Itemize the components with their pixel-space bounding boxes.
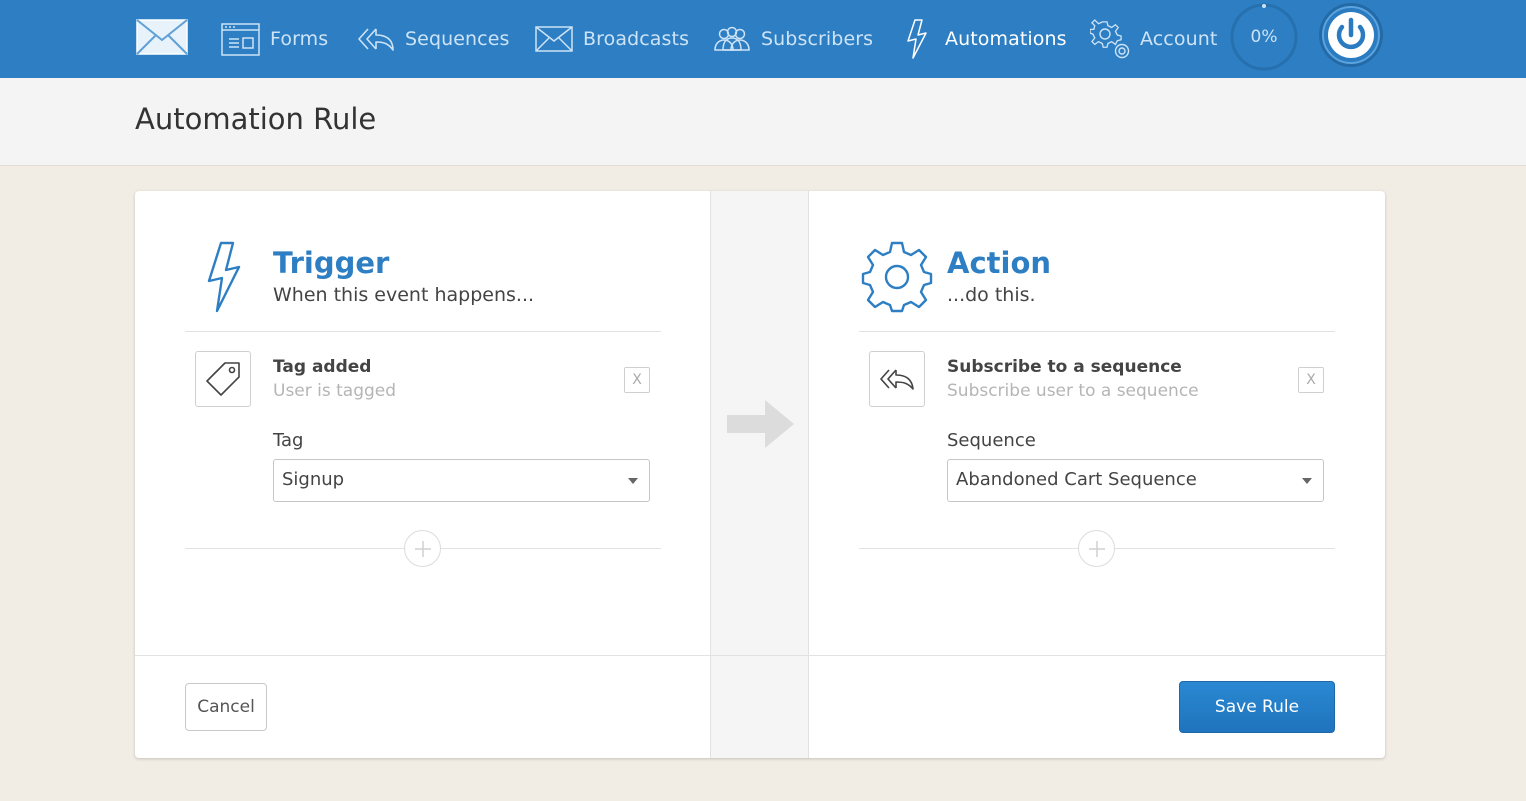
- nav-forms-label: Forms: [270, 28, 329, 50]
- action-item-description: Subscribe user to a sequence: [947, 381, 1199, 401]
- footer-divider: [135, 655, 1385, 656]
- chevron-down-icon: [1302, 478, 1312, 484]
- gear-icon: [861, 241, 933, 317]
- trigger-subtitle: When this event happens...: [273, 284, 535, 306]
- trigger-panel: Trigger When this event happens... Tag a…: [185, 191, 661, 655]
- nav-broadcasts-label: Broadcasts: [583, 28, 690, 50]
- lightning-icon: [205, 241, 241, 317]
- sequence-select[interactable]: Abandoned Cart Sequence: [947, 459, 1324, 502]
- arrow-right-icon: [727, 400, 794, 448]
- add-action-button[interactable]: [1078, 530, 1115, 567]
- nav-account[interactable]: Account: [1090, 0, 1217, 78]
- nav-account-label: Account: [1140, 28, 1218, 50]
- cancel-button[interactable]: Cancel: [185, 683, 267, 731]
- trigger-title: Trigger: [273, 246, 390, 280]
- action-title: Action: [947, 246, 1052, 280]
- save-rule-button[interactable]: Save Rule: [1179, 681, 1335, 733]
- add-trigger-button[interactable]: [404, 530, 441, 567]
- tag-select[interactable]: Signup: [273, 459, 650, 502]
- tag-select-value: Signup: [282, 469, 345, 490]
- tag-field-label: Tag: [273, 430, 304, 451]
- nav-sequences[interactable]: Sequences: [357, 0, 510, 78]
- automation-rule-card: Trigger When this event happens... Tag a…: [135, 191, 1385, 758]
- tag-icon: [195, 351, 251, 407]
- page-title: Automation Rule: [135, 102, 377, 136]
- nav-automations[interactable]: Automations: [905, 0, 1067, 78]
- nav-broadcasts[interactable]: Broadcasts: [535, 0, 689, 78]
- users-icon: [713, 26, 761, 52]
- nav-subscribers-label: Subscribers: [761, 28, 874, 50]
- sequence-field-label: Sequence: [947, 430, 1036, 451]
- trigger-item-title: Tag added: [273, 357, 372, 377]
- sequence-icon: [869, 351, 925, 407]
- form-icon: [221, 22, 270, 56]
- plus-icon: [414, 540, 431, 557]
- nav-subscribers[interactable]: Subscribers: [713, 0, 873, 78]
- sequence-select-value: Abandoned Cart Sequence: [956, 469, 1197, 490]
- nav-automations-label: Automations: [945, 28, 1067, 50]
- middle-divider: [710, 191, 809, 758]
- divider: [859, 331, 1335, 332]
- sequence-icon: [357, 26, 405, 52]
- remove-trigger-button[interactable]: X: [624, 367, 650, 393]
- chevron-down-icon: [628, 478, 638, 484]
- plus-icon: [1088, 540, 1105, 557]
- gear-icon: [1090, 19, 1140, 59]
- lightning-icon: [905, 19, 939, 59]
- top-navigation-bar: Forms Sequences Broadcasts Subscribers A…: [0, 0, 1526, 78]
- logo-envelope-icon[interactable]: [136, 19, 188, 59]
- trigger-item-description: User is tagged: [273, 381, 397, 401]
- nav-sequences-label: Sequences: [405, 28, 510, 50]
- action-panel: Action ...do this. Subscribe to a sequen…: [859, 191, 1335, 655]
- remove-action-button[interactable]: X: [1298, 367, 1324, 393]
- action-item-title: Subscribe to a sequence: [947, 357, 1182, 377]
- envelope-icon: [535, 26, 583, 52]
- divider: [185, 331, 661, 332]
- progress-ring: 0%: [1230, 3, 1298, 71]
- action-subtitle: ...do this.: [947, 284, 1036, 306]
- page-header: Automation Rule: [0, 78, 1526, 166]
- progress-percentage: 0%: [1250, 27, 1278, 47]
- power-button[interactable]: [1318, 2, 1384, 68]
- nav-forms[interactable]: Forms: [221, 0, 328, 78]
